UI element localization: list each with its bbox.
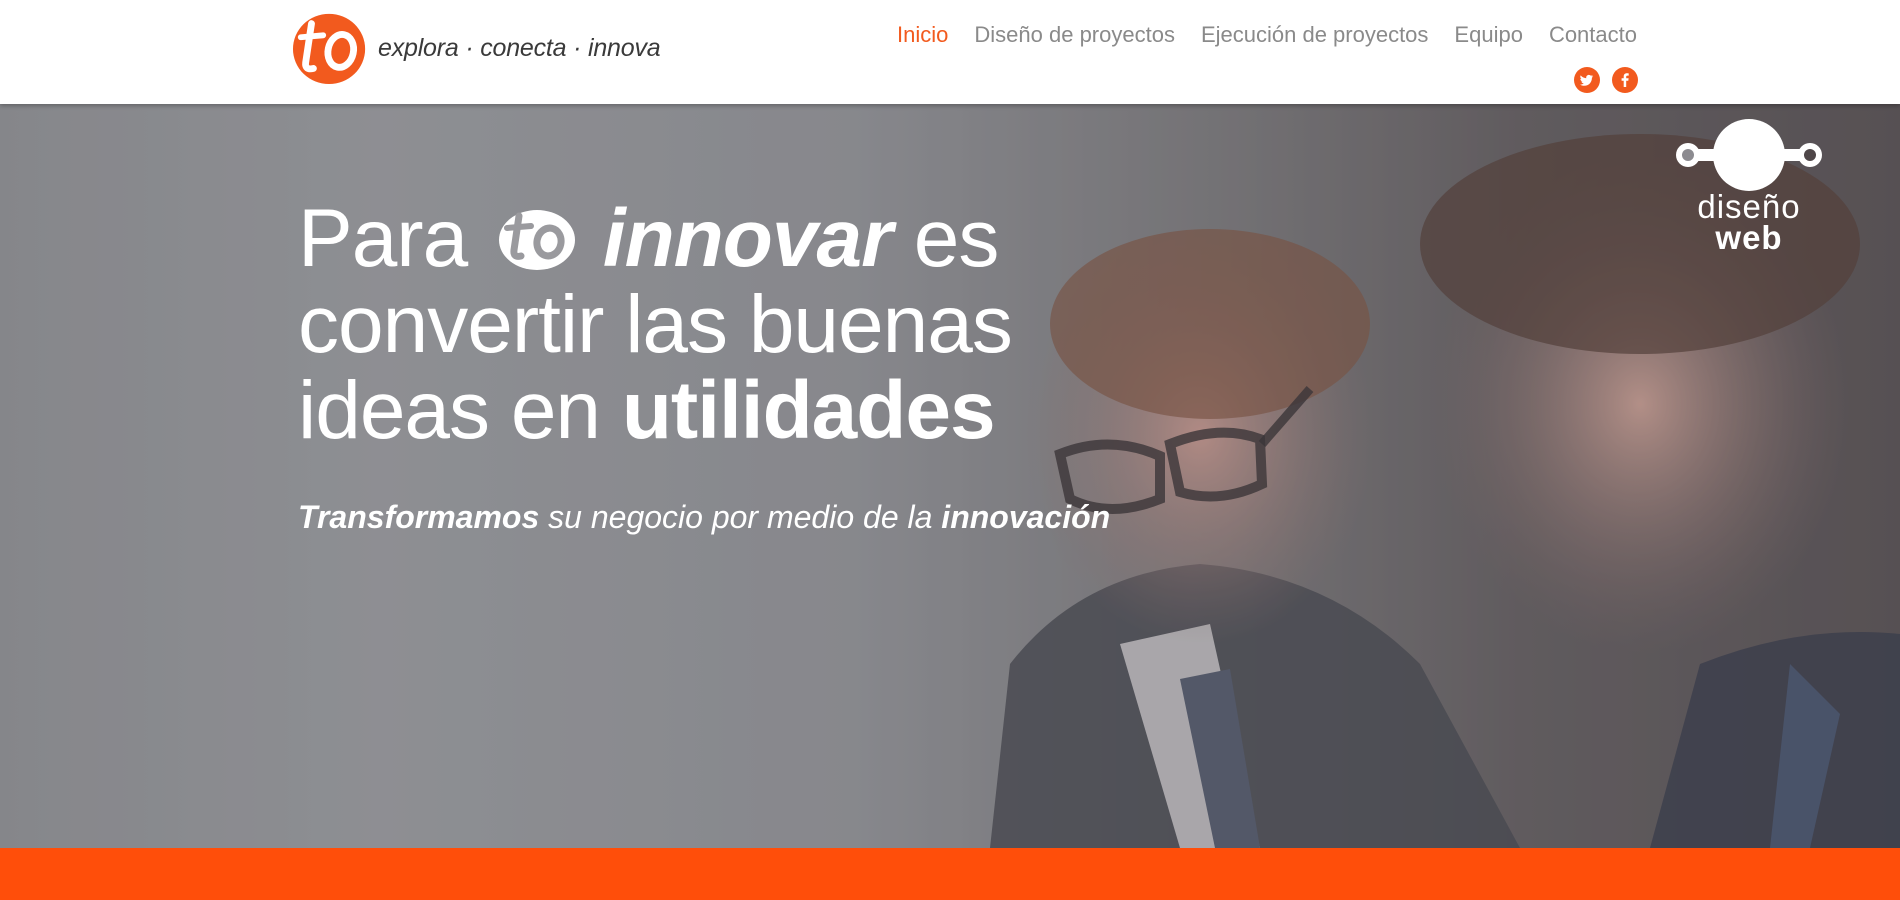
headline-line3-a: ideas en bbox=[298, 365, 601, 456]
headline-line2: convertir las buenas bbox=[298, 279, 1013, 370]
twitter-icon[interactable] bbox=[1574, 67, 1600, 93]
facebook-f-glyph bbox=[1621, 73, 1629, 87]
nav-item-inicio[interactable]: Inicio bbox=[884, 20, 961, 50]
headline-part3: es bbox=[913, 193, 1000, 284]
site-header: explora · conecta · innova Inicio Diseño… bbox=[0, 0, 1900, 104]
nav-item-diseno-proyectos[interactable]: Diseño de proyectos bbox=[961, 20, 1188, 50]
social-links bbox=[1574, 67, 1638, 93]
twitter-bird-glyph bbox=[1580, 74, 1594, 86]
hero-headline: Para innovar es convertir las buenas ide… bbox=[298, 196, 1198, 454]
nav-item-ejecucion-proyectos[interactable]: Ejecución de proyectos bbox=[1188, 20, 1441, 50]
subline-middle: su negocio por medio de la bbox=[548, 499, 933, 535]
headline-line3-b: utilidades bbox=[621, 365, 996, 456]
subline-bold-start: Transformamos bbox=[298, 499, 540, 535]
logo-tagline: explora · conecta · innova bbox=[378, 34, 661, 62]
subline-bold-end: innovación bbox=[941, 499, 1111, 535]
site-logo[interactable]: explora · conecta · innova bbox=[292, 8, 661, 88]
hero-banner: Para innovar es convertir las buenas ide… bbox=[0, 104, 1900, 848]
hero-subline: Transformamos su negocio por medio de la… bbox=[298, 499, 1110, 536]
main-nav: Inicio Diseño de proyectos Ejecución de … bbox=[884, 20, 1637, 50]
nav-item-contacto[interactable]: Contacto bbox=[1536, 20, 1637, 50]
diseno-web-badge: diseño web bbox=[1674, 118, 1824, 268]
headline-part2: innovar bbox=[602, 193, 893, 284]
bottom-accent-bar bbox=[0, 848, 1900, 900]
connector-dots-icon bbox=[1676, 119, 1822, 191]
badge-line1: diseño bbox=[1697, 188, 1801, 225]
inline-logo-mark-icon bbox=[499, 210, 576, 270]
logo-mark-icon bbox=[292, 13, 366, 85]
headline-part1: Para bbox=[298, 193, 468, 284]
badge-line2: web bbox=[1715, 219, 1783, 256]
facebook-icon[interactable] bbox=[1612, 67, 1638, 93]
nav-item-equipo[interactable]: Equipo bbox=[1441, 20, 1536, 50]
